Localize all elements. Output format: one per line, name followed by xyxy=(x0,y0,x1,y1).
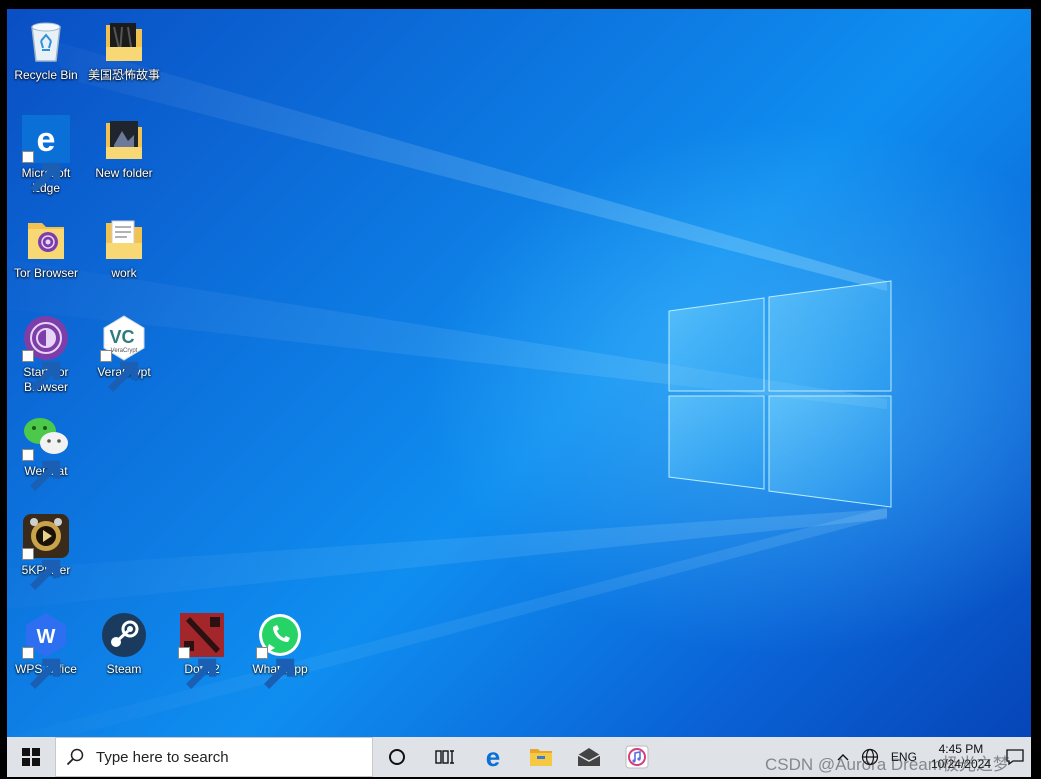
file-explorer-icon xyxy=(530,749,552,766)
desktop-icon-wechat[interactable]: WeChat xyxy=(7,413,85,491)
start-button[interactable] xyxy=(7,737,55,777)
recycle-bin-icon xyxy=(31,22,61,62)
shortcut-arrow-icon xyxy=(256,647,295,689)
desktop-icon-recycle-bin[interactable]: Recycle Bin xyxy=(7,17,85,83)
desktop-icon-whatsapp[interactable]: WhatsApp xyxy=(241,611,319,689)
desktop-icon-label: Tor Browser xyxy=(13,266,78,280)
clock[interactable]: 4:45 PM 10/24/2024 xyxy=(923,742,999,772)
desktop-icon-dota-2[interactable]: Dota 2 xyxy=(163,611,241,689)
desktop-icon-steam[interactable]: Steam xyxy=(85,611,163,677)
windows-logo-icon xyxy=(22,748,40,766)
svg-text:e: e xyxy=(486,745,500,769)
desktop-icon-label: Recycle Bin xyxy=(14,68,78,82)
task-view-icon xyxy=(435,750,454,764)
taskbar-edge-button[interactable]: e xyxy=(469,737,517,777)
desktop-icon-american-horror-story[interactable]: 美国恐怖故事 xyxy=(85,17,163,83)
input-language-button[interactable]: ENG xyxy=(885,737,923,777)
action-center-button[interactable] xyxy=(999,737,1031,777)
folder-icon xyxy=(106,23,142,61)
shortcut-arrow-icon xyxy=(100,350,139,392)
chevron-up-icon xyxy=(837,754,849,761)
shortcut-arrow-icon xyxy=(22,350,61,392)
mail-icon xyxy=(577,748,601,766)
desktop-icon-work[interactable]: work xyxy=(85,215,163,281)
language-indicator: ENG xyxy=(890,750,917,764)
desktop-icon-label: Steam xyxy=(106,662,142,676)
taskbar: e xyxy=(7,737,1031,777)
network-button[interactable] xyxy=(855,737,885,777)
desktop-icon-wps-office[interactable]: W WPS Office xyxy=(7,611,85,689)
desktop-icon-veracrypt[interactable]: VC VeraCrypt VeraCrypt xyxy=(85,314,163,392)
folder-icon xyxy=(28,223,64,259)
svg-text:VC: VC xyxy=(109,327,134,347)
cortana-button[interactable] xyxy=(373,737,421,777)
shortcut-arrow-icon xyxy=(22,647,61,689)
shortcut-arrow-icon xyxy=(22,548,61,590)
globe-network-icon xyxy=(861,748,879,766)
folder-icon xyxy=(106,121,142,159)
desktop-icon-microsoft-edge[interactable]: e Microsoft Edge xyxy=(7,115,85,196)
cortana-circle-icon xyxy=(389,749,405,765)
clock-date: 10/24/2024 xyxy=(930,757,991,771)
desktop-icon-start-tor-browser[interactable]: Start Tor Browser xyxy=(7,314,85,395)
desktop-icon-label: 美国恐怖故事 xyxy=(87,68,160,82)
desktop-icon-tor-browser[interactable]: Tor Browser xyxy=(7,215,85,281)
notification-icon xyxy=(1006,749,1024,766)
desktop-icon-label: New folder xyxy=(95,166,153,180)
itunes-icon xyxy=(625,745,649,769)
steam-icon xyxy=(102,613,146,657)
desktop-icon-new-folder[interactable]: New folder xyxy=(85,115,163,181)
svg-text:W: W xyxy=(37,626,56,648)
taskbar-itunes-button[interactable] xyxy=(613,737,661,777)
shortcut-arrow-icon xyxy=(178,647,217,689)
taskbar-search-box[interactable] xyxy=(55,737,373,777)
edge-icon: e xyxy=(486,745,500,769)
task-view-button[interactable] xyxy=(421,737,469,777)
shortcut-arrow-icon xyxy=(22,449,61,491)
clock-time: 4:45 PM xyxy=(938,742,984,756)
desktop[interactable]: Recycle Bin e Microsoft Edge Tor Browser xyxy=(7,9,1031,737)
desktop-icon-label: work xyxy=(111,266,137,280)
taskbar-mail-button[interactable] xyxy=(565,737,613,777)
system-tray: ENG 4:45 PM 10/24/2024 xyxy=(831,737,1031,777)
desktop-icon-5kplayer[interactable]: 5KPlayer xyxy=(7,512,85,590)
search-input[interactable] xyxy=(94,747,348,767)
shortcut-arrow-icon xyxy=(22,151,61,193)
show-hidden-icons-button[interactable] xyxy=(831,737,855,777)
search-icon xyxy=(66,748,84,766)
taskbar-file-explorer-button[interactable] xyxy=(517,737,565,777)
folder-icon xyxy=(106,220,142,259)
